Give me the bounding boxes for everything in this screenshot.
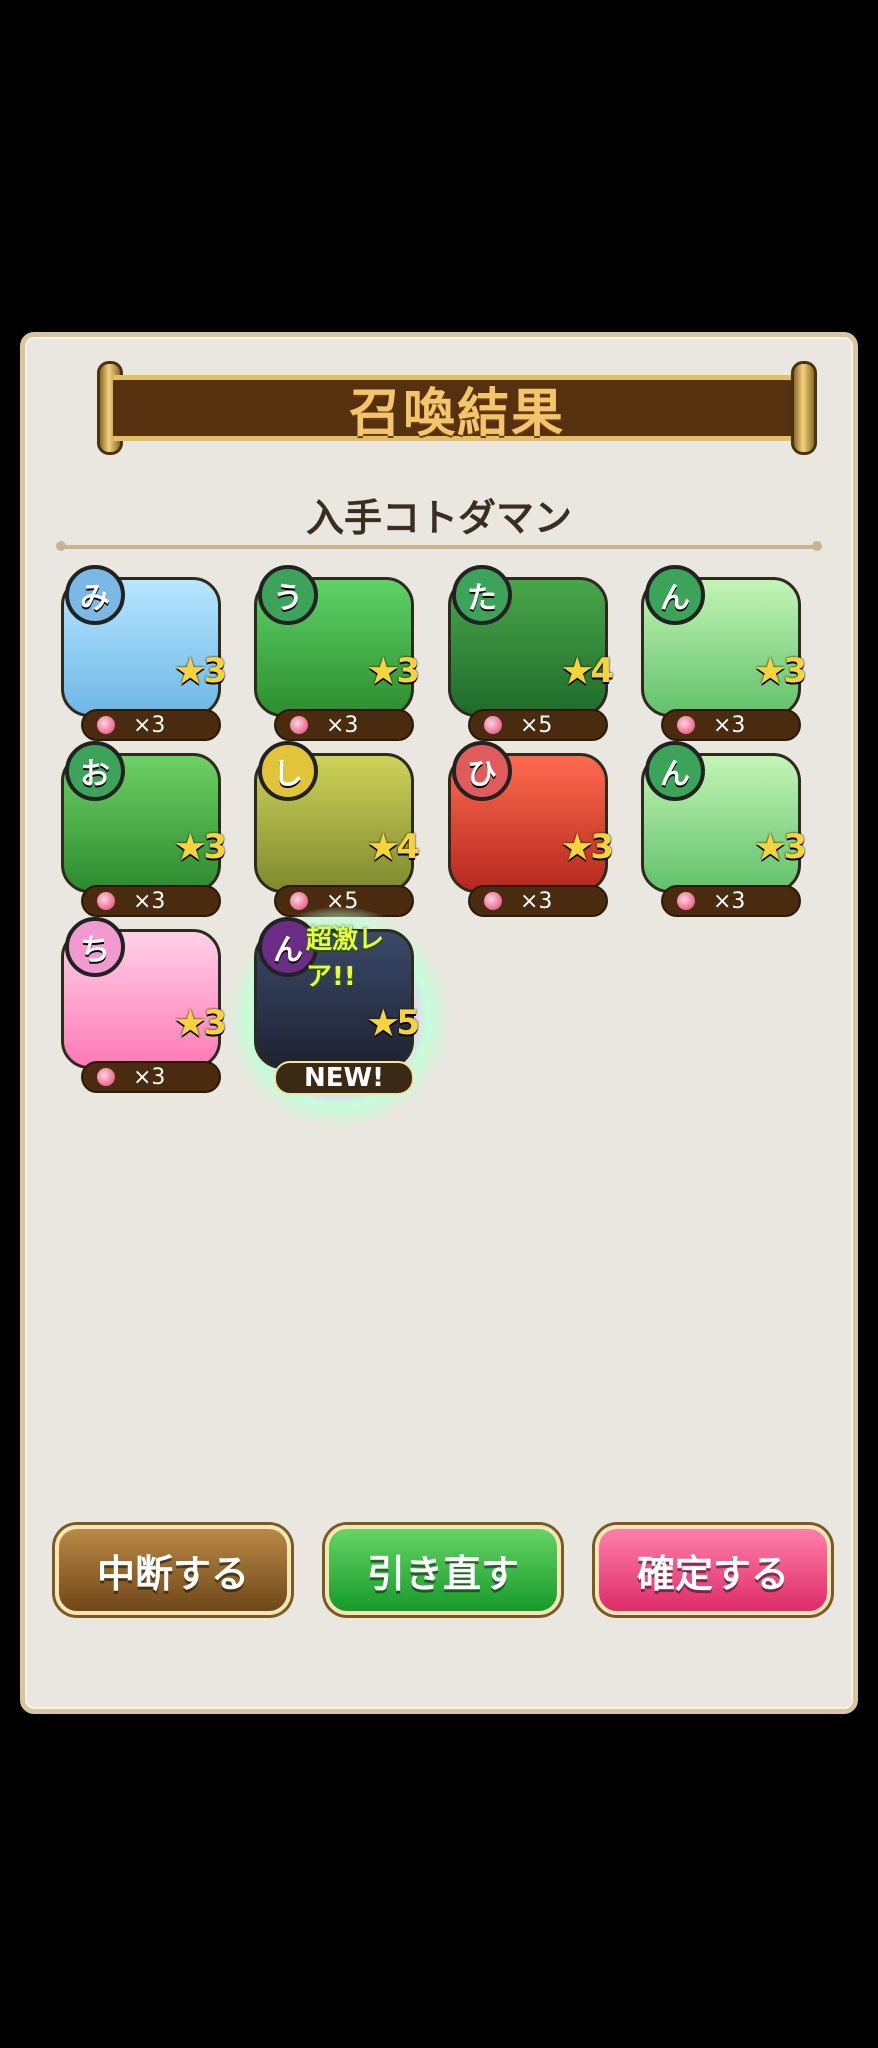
gem-icon <box>484 716 502 734</box>
rarity-number: 3 <box>590 827 614 867</box>
rarity-number: 4 <box>590 651 614 691</box>
star-icon: ★ 4 <box>366 825 420 869</box>
star-icon: ★ 3 <box>173 1001 227 1045</box>
count-text: ×3 <box>713 888 746 914</box>
summon-result-panel: 召喚結果 入手コトダマン み ★ 3 ×3 う ★ 3 ×3 た ★ 4 ×5 ん ★… <box>20 332 858 1714</box>
star-icon: ★ 3 <box>753 825 807 869</box>
char-badge: た <box>452 565 512 625</box>
char-badge: み <box>65 565 125 625</box>
char-badge: う <box>258 565 318 625</box>
count-badge: ×3 <box>661 709 801 741</box>
count-text: ×3 <box>713 712 746 738</box>
count-text: ×3 <box>520 888 553 914</box>
star-icon: ★ 5 <box>366 1001 420 1045</box>
star-icon: ★ 3 <box>753 649 807 693</box>
count-badge: ×5 <box>468 709 608 741</box>
card-3[interactable]: た ★ 4 ×5 <box>448 565 614 741</box>
count-text: ×3 <box>326 712 359 738</box>
gem-icon <box>97 892 115 910</box>
count-badge: ×3 <box>468 885 608 917</box>
title-scroll: 召喚結果 <box>97 361 817 455</box>
card-1[interactable]: み ★ 3 ×3 <box>61 565 227 741</box>
count-text: ×3 <box>133 712 166 738</box>
count-badge: ×3 <box>661 885 801 917</box>
count-text: ×3 <box>133 1064 166 1090</box>
count-text: ×5 <box>520 712 553 738</box>
scroll-cap-right <box>791 361 817 455</box>
card-9[interactable]: ち ★ 3 ×3 <box>61 917 227 1093</box>
star-icon: ★ 3 <box>173 649 227 693</box>
card-10-new[interactable]: ん 超激レア!! ★ 5 NEW! <box>224 907 454 1127</box>
count-badge: ×3 <box>274 709 414 741</box>
rarity-number: 3 <box>783 827 807 867</box>
action-buttons: 中断する 引き直す 確定する <box>55 1525 835 1617</box>
rarity-number: 5 <box>396 1003 420 1043</box>
star-icon: ★ 3 <box>173 825 227 869</box>
subtitle: 入手コトダマン <box>305 496 572 540</box>
count-badge: ×3 <box>81 1061 221 1093</box>
card-5[interactable]: お ★ 3 ×3 <box>61 741 227 917</box>
card-2[interactable]: う ★ 3 ×3 <box>254 565 420 741</box>
rarity-number: 3 <box>783 651 807 691</box>
confirm-button[interactable]: 確定する <box>595 1525 831 1615</box>
stop-button[interactable]: 中断する <box>55 1525 291 1615</box>
gem-icon <box>97 716 115 734</box>
gem-icon <box>290 716 308 734</box>
rarity-number: 3 <box>396 651 420 691</box>
rarity-banner: 超激レア!! <box>306 925 385 992</box>
char-badge: ひ <box>452 741 512 801</box>
card-4[interactable]: ん ★ 3 ×3 <box>641 565 807 741</box>
rarity-number: 3 <box>203 651 227 691</box>
rarity-number: 3 <box>203 827 227 867</box>
gem-icon <box>484 892 502 910</box>
card-7[interactable]: ひ ★ 3 ×3 <box>448 741 614 917</box>
gem-icon <box>677 892 695 910</box>
gem-icon <box>677 716 695 734</box>
char-badge: お <box>65 741 125 801</box>
page-title: 召喚結果 <box>348 383 565 444</box>
title-band: 召喚結果 <box>113 375 801 444</box>
gem-icon <box>290 892 308 910</box>
char-badge: し <box>258 741 318 801</box>
new-label: NEW! <box>274 1061 414 1095</box>
char-badge: ち <box>65 917 125 977</box>
divider <box>56 541 822 551</box>
redraw-button[interactable]: 引き直す <box>325 1525 561 1615</box>
count-badge: ×3 <box>81 709 221 741</box>
count-badge: ×3 <box>81 885 221 917</box>
count-text: ×3 <box>133 888 166 914</box>
char-badge: ん <box>645 741 705 801</box>
star-icon: ★ 4 <box>560 649 614 693</box>
card-6[interactable]: し ★ 4 ×5 <box>254 741 420 917</box>
char-badge: ん <box>645 565 705 625</box>
star-icon: ★ 3 <box>560 825 614 869</box>
gem-icon <box>97 1068 115 1086</box>
card-8[interactable]: ん ★ 3 ×3 <box>641 741 807 917</box>
rarity-number: 4 <box>396 827 420 867</box>
star-icon: ★ 3 <box>366 649 420 693</box>
